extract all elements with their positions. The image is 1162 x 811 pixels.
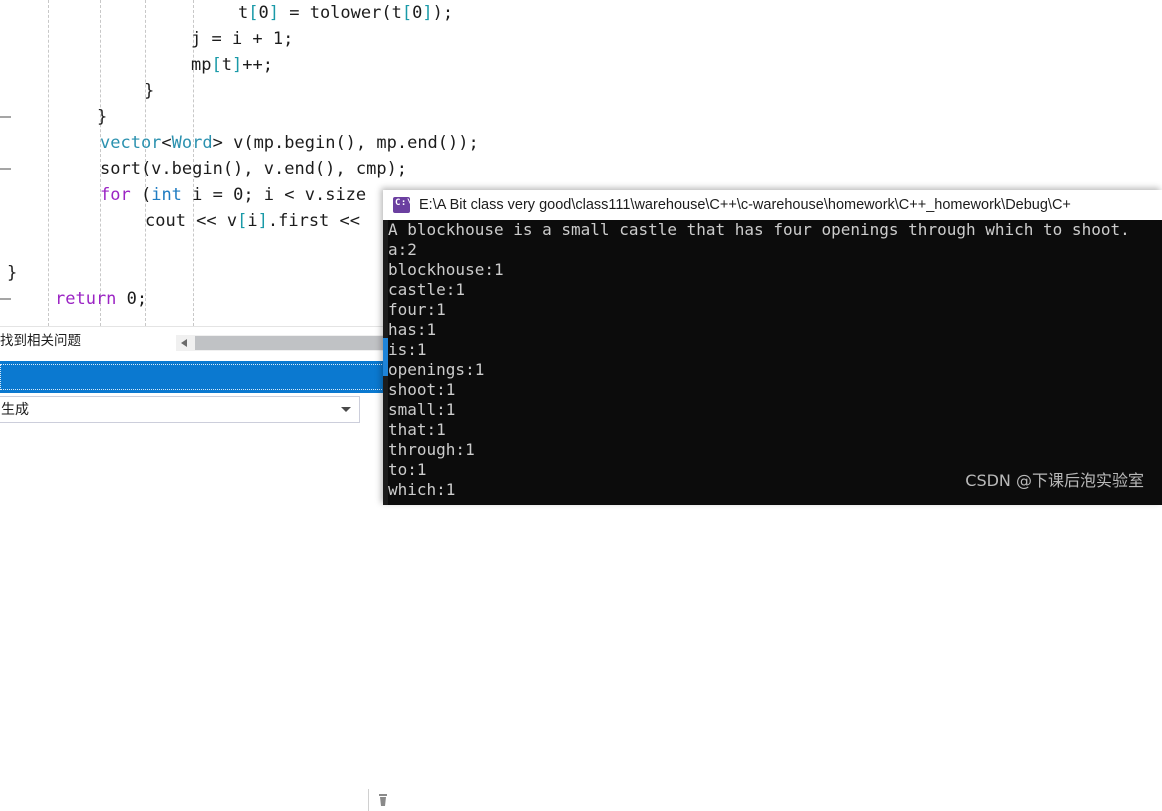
console-line: is:1 bbox=[388, 340, 427, 359]
code-token: ] bbox=[268, 3, 279, 23]
csdn-watermark: CSDN @下课后泡实验室 bbox=[965, 471, 1144, 490]
code-token: [ bbox=[401, 3, 413, 23]
scroll-left-arrow-icon[interactable] bbox=[176, 335, 193, 351]
code-token: int bbox=[151, 185, 182, 205]
code-token: ++; bbox=[242, 55, 273, 75]
console-line: blockhouse:1 bbox=[388, 260, 504, 279]
toolbar-divider bbox=[368, 789, 369, 811]
code-token: } bbox=[144, 81, 155, 101]
code-token: < bbox=[161, 133, 172, 153]
code-token: mp bbox=[191, 55, 212, 75]
command-prompt-icon-label: C:\ bbox=[395, 198, 413, 208]
code-line[interactable]: } bbox=[0, 78, 1162, 104]
console-output-area[interactable]: A blockhouse is a small castle that has … bbox=[383, 220, 1162, 505]
code-token: [ bbox=[211, 55, 222, 75]
code-token: .first << bbox=[267, 211, 360, 231]
code-token: i bbox=[247, 211, 258, 231]
console-window[interactable]: C:\ E:\A Bit class very good\class111\wa… bbox=[383, 190, 1162, 505]
code-line[interactable]: mp[t]++; bbox=[0, 52, 1162, 78]
code-token: 0 bbox=[258, 3, 269, 23]
screen-root: t[0] = tolower(t[0]); j = i + 1; mp[t]++;}… bbox=[0, 0, 1162, 811]
clear-output-icon[interactable] bbox=[376, 790, 390, 810]
console-line: small:1 bbox=[388, 400, 456, 419]
code-token: 0 bbox=[412, 3, 423, 23]
console-title-bar[interactable]: C:\ E:\A Bit class very good\class111\wa… bbox=[383, 190, 1162, 221]
console-line: that:1 bbox=[388, 420, 446, 439]
chevron-down-icon[interactable] bbox=[341, 407, 351, 412]
code-token: sort(v.begin(), v.end(), cmp); bbox=[100, 159, 408, 179]
console-title-text: E:\A Bit class very good\class111\wareho… bbox=[419, 197, 1071, 213]
console-line: four:1 bbox=[388, 300, 446, 319]
console-line: castle:1 bbox=[388, 280, 466, 299]
console-line: a:2 bbox=[388, 240, 417, 259]
output-source-combobox[interactable]: 生成 bbox=[0, 396, 360, 423]
code-line[interactable]: sort(v.begin(), v.end(), cmp); bbox=[0, 156, 1162, 182]
code-token: ] bbox=[422, 3, 433, 23]
combobox-value: 生成 bbox=[1, 401, 29, 417]
code-token: for bbox=[100, 185, 131, 205]
code-token: j = i + 1; bbox=[191, 29, 294, 49]
code-line[interactable]: vector<Word> v(mp.begin(), mp.end()); bbox=[0, 130, 1162, 156]
error-list-header-text: 找到相关问题 bbox=[0, 333, 81, 348]
console-output-text: A blockhouse is a small castle that has … bbox=[388, 220, 1162, 500]
code-token: ( bbox=[130, 185, 152, 205]
code-line[interactable]: t[0] = tolower(t[0]); bbox=[0, 0, 1162, 26]
code-token: ] bbox=[231, 55, 243, 75]
code-token: vector bbox=[100, 133, 162, 153]
code-token: } bbox=[97, 107, 108, 127]
code-token: [ bbox=[248, 3, 259, 23]
console-line: openings:1 bbox=[388, 360, 485, 379]
code-line[interactable]: } bbox=[0, 104, 1162, 130]
console-line: has:1 bbox=[388, 320, 437, 339]
console-line: A blockhouse is a small castle that has … bbox=[388, 220, 1130, 239]
code-token: i = 0; i < v.size bbox=[181, 185, 367, 205]
code-token: ] bbox=[257, 211, 268, 231]
code-token: = tolower(t bbox=[279, 3, 402, 23]
code-token: [ bbox=[237, 211, 248, 231]
code-token: cout << v bbox=[145, 211, 238, 231]
code-token: t bbox=[221, 55, 232, 75]
code-token: 0; bbox=[116, 289, 148, 309]
code-line[interactable]: j = i + 1; bbox=[0, 26, 1162, 52]
code-token: Word bbox=[171, 133, 213, 153]
code-token: ); bbox=[432, 3, 454, 23]
console-line: through:1 bbox=[388, 440, 475, 459]
code-token: t bbox=[238, 3, 249, 23]
code-token: return bbox=[55, 289, 117, 309]
console-line: shoot:1 bbox=[388, 380, 456, 399]
code-token: > v(mp.begin(), mp.end()); bbox=[212, 133, 479, 153]
command-prompt-icon: C:\ bbox=[393, 197, 413, 213]
code-token: } bbox=[7, 263, 18, 283]
